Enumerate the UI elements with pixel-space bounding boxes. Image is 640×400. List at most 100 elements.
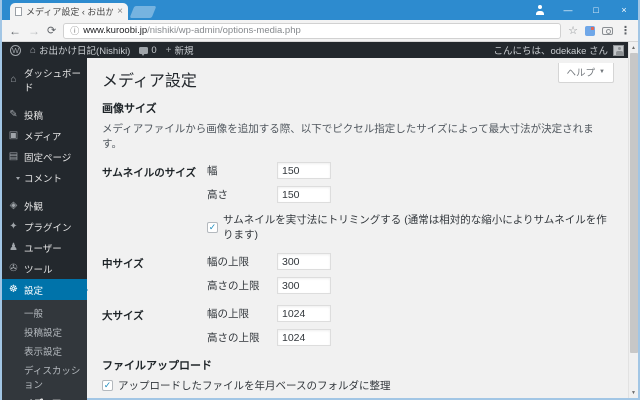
- comment-bubble-icon: [139, 46, 149, 56]
- sidebar-item-appearance[interactable]: ◈ 外観: [2, 195, 87, 216]
- screenshot-extension-icon[interactable]: [602, 26, 613, 35]
- bookmark-star-icon[interactable]: ☆: [568, 24, 578, 37]
- medium-width-field: 幅の上限: [207, 253, 331, 270]
- forward-icon: →: [28, 23, 40, 38]
- admin-bar-account[interactable]: こんにちは、odekake さん: [493, 43, 624, 57]
- profile-button[interactable]: [526, 0, 554, 20]
- large-height-input[interactable]: [277, 329, 331, 346]
- sidebar-item-dashboard[interactable]: ⌂ ダッシュボード: [2, 62, 87, 97]
- submenu-item-general[interactable]: 一般: [2, 303, 87, 322]
- vertical-scrollbar[interactable]: ▲ ▼: [628, 42, 638, 398]
- media-settings-page: ヘルプ ▼ メディア設定 画像サイズ メディアファイルから画像を追加する際、以下…: [87, 58, 638, 398]
- scroll-up-icon[interactable]: ▲: [631, 42, 636, 53]
- submenu-item-media[interactable]: メディア: [2, 393, 87, 400]
- address-bar[interactable]: ⓘ www.kuroobi.jp/nishiki/wp-admin/option…: [63, 22, 562, 39]
- browser-menu-icon[interactable]: ⋮: [620, 24, 631, 37]
- thumbnail-size-row: サムネイルのサイズ 幅 高さ ✓ サムネイルを実寸法にトリミングする (通常: [102, 162, 612, 242]
- plugins-icon: ✦: [9, 221, 18, 232]
- max-width-label: 幅の上限: [207, 256, 249, 268]
- sidebar-item-media[interactable]: ▣ メディア: [2, 125, 87, 146]
- sidebar-item-comments[interactable]: コメント: [2, 167, 87, 188]
- sidebar-item-users[interactable]: ♟ ユーザー: [2, 237, 87, 258]
- large-width-field: 幅の上限: [207, 305, 331, 322]
- wordpress-logo-icon: W: [10, 44, 21, 56]
- medium-size-row: 中サイズ 幅の上限 高さの上限: [102, 253, 612, 294]
- chevron-down-icon: ▼: [599, 69, 605, 75]
- sidebar-item-label: メディア: [24, 131, 62, 143]
- window-controls: — □ ×: [526, 0, 638, 20]
- site-name-label: お出かけ日記(Nishiki): [39, 46, 131, 57]
- scroll-down-icon[interactable]: ▼: [631, 387, 636, 398]
- sidebar-item-posts[interactable]: ✎ 投稿: [2, 104, 87, 125]
- thumbnail-fields: 幅 高さ ✓ サムネイルを実寸法にトリミングする (通常は相対的な縮小によりサム…: [207, 162, 612, 242]
- dashboard-icon: ⌂: [10, 74, 17, 85]
- users-icon: ♟: [9, 242, 18, 253]
- site-name-menu[interactable]: ⌂ お出かけ日記(Nishiki): [30, 43, 131, 58]
- thumbnail-height-input[interactable]: [277, 186, 331, 203]
- appearance-icon: ◈: [9, 200, 18, 211]
- scrollbar-thumb[interactable]: [629, 53, 638, 353]
- sidebar-item-plugins[interactable]: ✦ プラグイン: [2, 216, 87, 237]
- help-button[interactable]: ヘルプ ▼: [557, 63, 614, 83]
- url-path: /nishiki/wp-admin/options-media.php: [147, 25, 301, 36]
- plus-icon: +: [165, 44, 172, 56]
- sidebar-item-pages[interactable]: ▤ 固定ページ: [2, 146, 87, 167]
- thumbnail-crop-checkbox[interactable]: ✓: [207, 221, 218, 233]
- medium-height-input[interactable]: [277, 277, 331, 294]
- sidebar-item-label: 外観: [24, 201, 44, 213]
- max-height-label: 高さの上限: [207, 332, 260, 344]
- sidebar-item-label: プラグイン: [24, 222, 72, 234]
- pages-icon: ▤: [8, 151, 19, 162]
- admin-layout: ⌂ ダッシュボード ✎ 投稿 ▣ メディア ▤ 固定ページ コメント ◈ 外観 …: [2, 58, 638, 400]
- upload-organize-checkbox[interactable]: ✓: [102, 380, 113, 391]
- browser-toolbar: ← → ⟳ ⓘ www.kuroobi.jp/nishiki/wp-admin/…: [2, 20, 638, 42]
- large-size-row: 大サイズ 幅の上限 高さの上限: [102, 305, 612, 346]
- thumbnail-crop-row: ✓ サムネイルを実寸法にトリミングする (通常は相対的な縮小によりサムネイルを作…: [207, 212, 612, 242]
- back-icon[interactable]: ←: [9, 25, 21, 37]
- comments-menu[interactable]: 0: [139, 45, 157, 56]
- page-info-icon[interactable]: ⓘ: [70, 24, 79, 37]
- height-label: 高さ: [207, 189, 228, 201]
- thumbnail-crop-label: サムネイルを実寸法にトリミングする (通常は相対的な縮小によりサムネイルを作りま…: [223, 214, 607, 241]
- sidebar-item-settings[interactable]: ☸ 設定: [2, 279, 88, 300]
- thumbnail-size-label: サムネイルのサイズ: [102, 167, 196, 179]
- max-width-label: 幅の上限: [207, 308, 249, 320]
- extension-icon[interactable]: [585, 25, 595, 36]
- image-sizes-description: メディアファイルから画像を追加する際、以下でピクセル指定したサイズによって最大寸…: [102, 123, 594, 150]
- url-text: www.kuroobi.jp/nishiki/wp-admin/options-…: [83, 25, 301, 36]
- media-icon: ▣: [8, 130, 19, 141]
- posts-pin-icon: ✎: [9, 109, 18, 120]
- new-tab-button[interactable]: [129, 6, 157, 18]
- close-button[interactable]: ×: [610, 0, 638, 20]
- thumbnail-height-field: 高さ: [207, 186, 612, 203]
- submenu-item-writing[interactable]: 投稿設定: [2, 322, 87, 341]
- new-content-menu[interactable]: + 新規: [165, 43, 194, 58]
- browser-window: メディア設定 ‹ お出かけ日記 × — □ × ← → ⟳ ⓘ www.kuro…: [0, 0, 640, 400]
- tab-close-icon[interactable]: ×: [117, 6, 123, 17]
- help-label: ヘルプ: [566, 68, 596, 79]
- page-title: メディア設定: [102, 73, 197, 90]
- max-height-label: 高さの上限: [207, 280, 260, 292]
- sidebar-item-label: ツール: [24, 264, 53, 276]
- sidebar-item-label: ユーザー: [24, 243, 62, 255]
- reload-icon[interactable]: ⟳: [47, 25, 56, 37]
- sidebar-item-label: ダッシュボード: [24, 68, 82, 94]
- minimize-button[interactable]: —: [554, 0, 582, 20]
- wp-logo-menu[interactable]: W: [10, 44, 21, 56]
- submenu-item-discussion[interactable]: ディスカッション: [2, 360, 87, 393]
- maximize-button[interactable]: □: [582, 0, 610, 20]
- sidebar-item-label: 投稿: [24, 110, 44, 122]
- thumbnail-width-input[interactable]: [277, 162, 331, 179]
- browser-tab[interactable]: メディア設定 ‹ お出かけ日記 ×: [10, 3, 128, 20]
- submenu-item-reading[interactable]: 表示設定: [2, 341, 87, 360]
- sidebar-item-tools[interactable]: ✇ ツール: [2, 258, 87, 279]
- greeting-label: こんにちは、odekake さん: [493, 46, 608, 57]
- new-label: 新規: [174, 46, 194, 57]
- medium-width-input[interactable]: [277, 253, 331, 270]
- page-viewport: ▲ ▼ W ⌂ お出かけ日記(Nishiki) 0 + 新規 こんにちは、ode…: [2, 42, 638, 400]
- upload-organize-label: アップロードしたファイルを年月ベースのフォルダに整理: [118, 380, 391, 392]
- tab-favicon-icon: [15, 7, 22, 16]
- large-width-input[interactable]: [277, 305, 331, 322]
- upload-organize-row: ✓ アップロードしたファイルを年月ベースのフォルダに整理: [102, 378, 612, 393]
- medium-fields: 幅の上限 高さの上限: [207, 253, 331, 294]
